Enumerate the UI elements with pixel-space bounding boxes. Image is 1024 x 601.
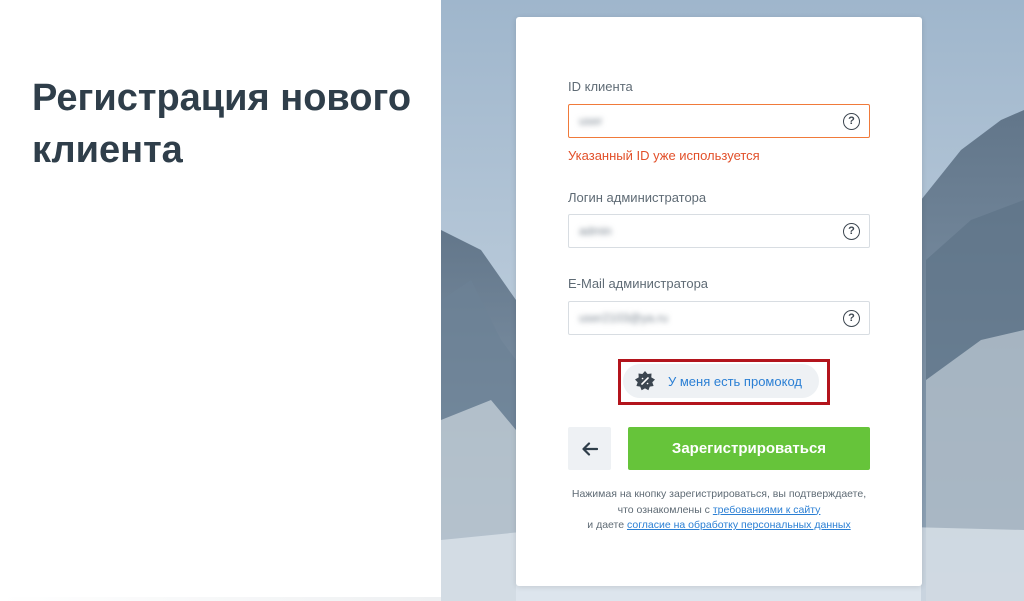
page-title: Регистрация нового клиента (32, 77, 412, 171)
client-id-error: Указанный ID уже используется (568, 148, 760, 163)
question-circle-icon[interactable]: ? (843, 113, 860, 130)
disclaimer-line-2-prefix: что ознакомлены с (617, 503, 713, 516)
site-requirements-link[interactable]: требованиями к сайту (713, 504, 821, 516)
disclaimer-line-2: что ознакомлены с требованиями к сайту (546, 503, 892, 519)
registration-card: ID клиента user ? Указанный ID уже испол… (516, 17, 922, 586)
admin-email-input[interactable]: user2103@ya.ru ? (568, 301, 870, 335)
terms-disclaimer: Нажимая на кнопку зарегистрироваться, вы… (546, 487, 892, 534)
admin-email-value: user2103@ya.ru (579, 311, 668, 325)
admin-login-label: Логин администратора (568, 190, 707, 205)
bottom-strip (0, 597, 441, 601)
background-panel: ID клиента user ? Указанный ID уже испол… (441, 0, 1024, 601)
disclaimer-line-1: Нажимая на кнопку зарегистрироваться, вы… (571, 488, 867, 500)
promo-code-label: У меня есть промокод (668, 374, 802, 389)
client-id-label: ID клиента (568, 79, 633, 94)
admin-login-input[interactable]: admin ? (568, 214, 870, 248)
register-button[interactable]: Зарегистрироваться (628, 427, 870, 470)
left-pane: Регистрация нового клиента (0, 0, 441, 601)
admin-email-label: E-Mail администратора (568, 276, 709, 291)
arrow-left-icon (581, 441, 598, 456)
client-id-value: user (579, 114, 603, 128)
disclaimer-line-3: и даете согласие на обработку персональн… (546, 518, 892, 534)
promo-badge-icon (635, 371, 655, 391)
question-circle-icon[interactable]: ? (843, 223, 860, 240)
personal-data-consent-link[interactable]: согласие на обработку персональных данны… (627, 519, 851, 531)
client-id-input[interactable]: user ? (568, 104, 870, 138)
disclaimer-line-3-prefix: и даете (587, 519, 627, 531)
back-button[interactable] (568, 427, 611, 470)
promo-code-button[interactable]: У меня есть промокод (623, 364, 819, 398)
question-circle-icon[interactable]: ? (843, 310, 860, 327)
admin-login-value: admin (579, 224, 612, 238)
